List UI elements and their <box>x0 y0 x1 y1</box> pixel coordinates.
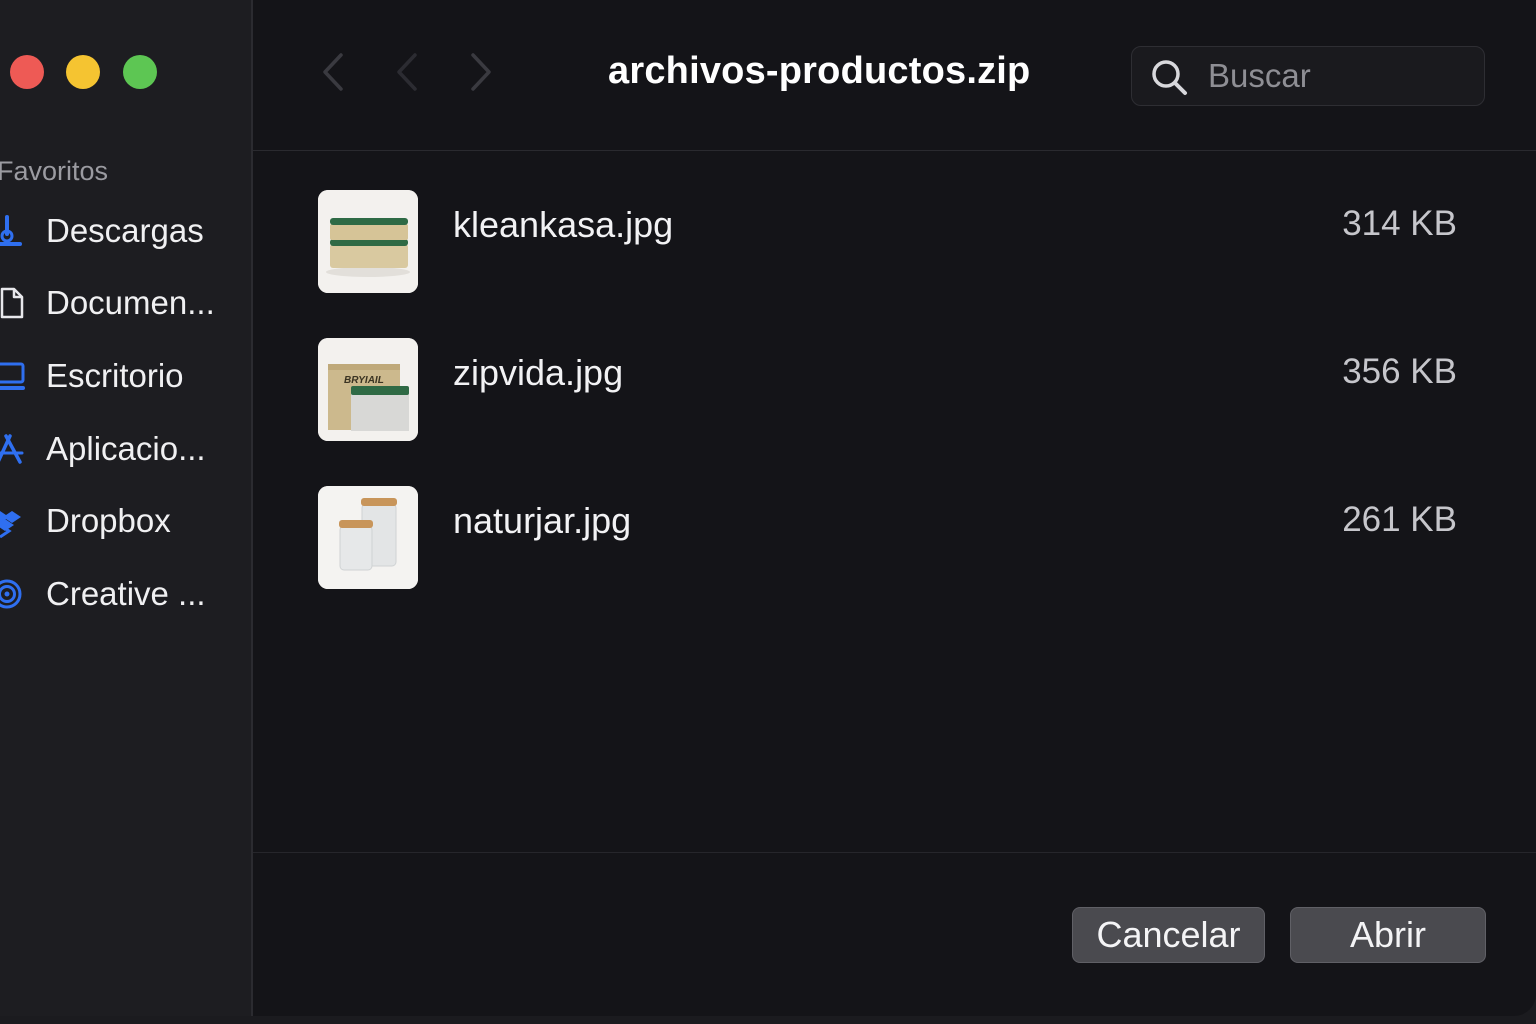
search-field[interactable] <box>1131 46 1485 106</box>
box-brand-text: BRYIAIL <box>344 375 384 386</box>
dropbox-icon <box>0 511 21 538</box>
file-thumbnail <box>318 190 418 293</box>
desktop-icon <box>0 362 25 390</box>
close-button[interactable] <box>10 55 44 89</box>
sidebar-item-label: Creative ... <box>46 575 206 612</box>
window-title: archivos-productos.zip <box>608 50 1031 92</box>
file-size: 314 KB <box>1342 204 1457 243</box>
creative-cloud-icon <box>0 579 22 609</box>
sidebar-item-creative-cloud[interactable]: Creative ... <box>0 571 245 617</box>
main-pane: archivos-productos.zip Buscar kleankasa.… <box>253 0 1536 1016</box>
sidebar-heading: Favoritos <box>0 156 109 186</box>
document-icon <box>0 287 24 319</box>
file-name: naturjar.jpg <box>453 500 632 541</box>
file-size: 356 KB <box>1342 352 1457 391</box>
file-name: zipvida.jpg <box>453 352 624 393</box>
file-open-dialog: Favoritos Descargas Documen... Escritori… <box>0 0 1536 1016</box>
cancel-button[interactable]: Cancelar <box>1072 907 1265 963</box>
box-thumbnail-icon: BRYIAIL <box>318 338 418 441</box>
file-thumbnail <box>318 486 418 589</box>
dialog-footer: Cancelar Abrir <box>253 852 1536 1016</box>
forward-icon[interactable] <box>463 50 499 94</box>
sidebar-item-documentos[interactable]: Documen... <box>0 280 245 326</box>
toolbar: archivos-productos.zip <box>253 0 1536 151</box>
sidebar-item-label: Escritorio <box>46 357 184 394</box>
sidebar: Favoritos Descargas Documen... Escritori… <box>0 0 253 1016</box>
sidebar-item-label: Aplicacio... <box>46 430 206 467</box>
sidebar-item-dropbox[interactable]: Dropbox <box>0 498 245 544</box>
sidebar-item-label: Documen... <box>46 284 215 321</box>
sidebar-item-label: Dropbox <box>46 502 171 539</box>
file-row-naturjar[interactable]: naturjar.jpg 261 KB <box>317 486 1457 590</box>
minimize-button[interactable] <box>66 55 100 89</box>
search-icon <box>1152 60 1187 95</box>
sidebar-item-aplicaciones[interactable]: Aplicacio... <box>0 426 245 472</box>
file-size: 261 KB <box>1342 500 1457 539</box>
sponge-thumbnail-icon <box>318 190 418 293</box>
back-icon[interactable] <box>315 50 351 94</box>
sidebar-item-label: Descargas <box>46 212 204 249</box>
download-icon <box>0 215 22 246</box>
open-button[interactable]: Abrir <box>1290 907 1486 963</box>
sidebar-item-descargas[interactable]: Descargas <box>0 208 245 254</box>
zoom-button[interactable] <box>123 55 157 89</box>
back-disabled-icon[interactable] <box>389 50 425 94</box>
file-row-zipvida[interactable]: BRYIAIL zipvida.jpg 356 KB <box>317 338 1457 442</box>
file-thumbnail: BRYIAIL <box>318 338 418 441</box>
applications-icon <box>0 434 24 464</box>
file-name: kleankasa.jpg <box>453 204 674 245</box>
search-input[interactable] <box>1206 55 1470 97</box>
sidebar-item-escritorio[interactable]: Escritorio <box>0 353 245 399</box>
file-row-kleankasa[interactable]: kleankasa.jpg 314 KB <box>317 190 1457 294</box>
jars-thumbnail-icon <box>318 486 418 589</box>
